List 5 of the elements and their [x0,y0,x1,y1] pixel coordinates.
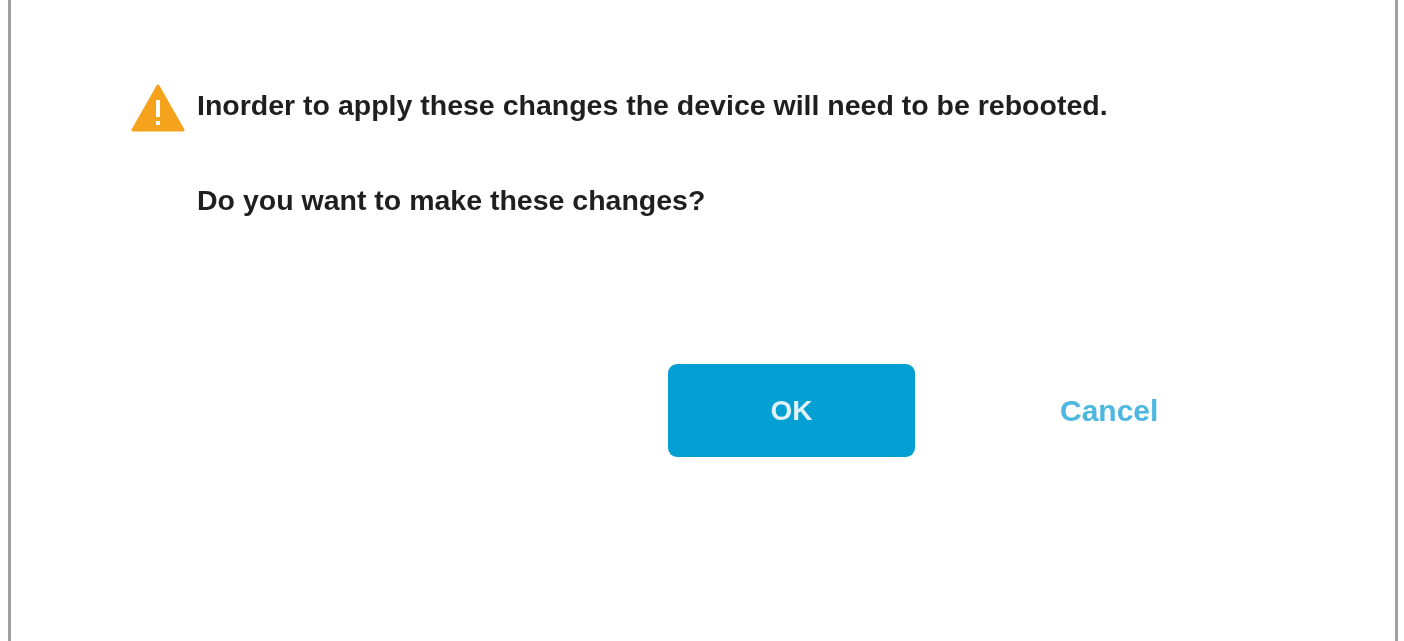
cancel-button[interactable]: Cancel [1060,393,1159,428]
ok-button[interactable]: OK [668,364,915,457]
reboot-message: Inorder to apply these changes the device will need to be rebooted. [197,88,1109,123]
warning-icon [131,84,185,132]
confirm-question: Do you want to make these changes? [197,183,707,218]
